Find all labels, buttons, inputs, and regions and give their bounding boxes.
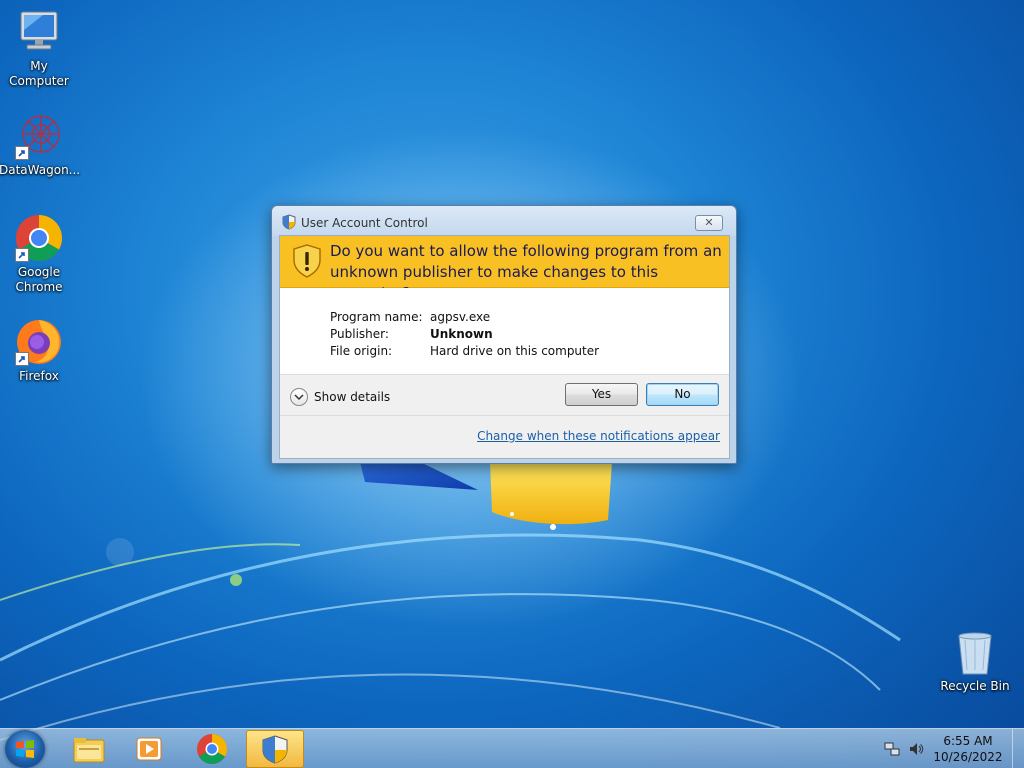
start-button[interactable] [5, 730, 45, 768]
dialog-titlebar[interactable]: User Account Control ✕ [272, 206, 736, 236]
desktop-icon-label: Recycle Bin [940, 679, 1010, 693]
uac-shield-icon [281, 214, 297, 230]
clock[interactable]: 6:55 AM 10/26/2022 [932, 733, 1004, 765]
chevron-down-icon [290, 388, 308, 406]
taskbar-uac[interactable] [246, 730, 304, 768]
uac-dialog: User Account Control ✕ Do you want to al… [271, 205, 737, 464]
folder-icon [73, 738, 105, 763]
taskbar: 6:55 AM 10/26/2022 [0, 728, 1024, 768]
clock-date: 10/26/2022 [933, 750, 1003, 764]
footer-divider [280, 415, 729, 416]
media-player-icon [136, 737, 162, 761]
desktop-icon-recycle-bin[interactable]: Recycle Bin [935, 628, 1015, 694]
volume-icon[interactable] [908, 741, 924, 757]
desktop-icon-label: DataWagon... [0, 163, 81, 177]
no-button[interactable]: No [646, 383, 719, 406]
uac-shield-icon [262, 735, 288, 764]
show-desktop-button[interactable] [1012, 729, 1024, 768]
chrome-icon [15, 214, 63, 262]
clock-time: 6:55 AM [943, 734, 993, 748]
taskbar-chrome[interactable] [183, 730, 241, 768]
dialog-footer: Show details Yes No Change when these no… [280, 374, 729, 458]
network-icon[interactable] [884, 741, 900, 757]
close-icon: ✕ [704, 216, 714, 229]
shortcut-arrow-icon [15, 248, 29, 262]
firefox-icon [15, 318, 63, 366]
system-tray: 6:55 AM 10/26/2022 [884, 729, 1024, 768]
taskbar-media-player[interactable] [120, 730, 178, 768]
desktop-icon-label: My Computer [9, 59, 69, 88]
program-name-value: agpsv.exe [430, 310, 491, 324]
chrome-icon [197, 734, 227, 765]
recycle-bin-icon [951, 628, 999, 676]
datawagon-icon [15, 112, 63, 160]
program-name-label: Program name: [330, 310, 423, 324]
show-details-label: Show details [314, 390, 391, 404]
yes-button[interactable]: Yes [565, 383, 638, 406]
file-origin-label: File origin: [330, 344, 393, 358]
program-details: Program name: agpsv.exe Publisher: Unkno… [280, 288, 729, 374]
dialog-content: Do you want to allow the following progr… [279, 235, 730, 459]
close-button[interactable]: ✕ [695, 215, 723, 231]
desktop-icon-google-chrome[interactable]: Google Chrome [0, 214, 79, 295]
publisher-label: Publisher: [330, 327, 389, 341]
shortcut-arrow-icon [15, 146, 29, 160]
desktop-icon-my-computer[interactable]: My Computer [0, 8, 79, 89]
desktop-icon-datawagon[interactable]: DataWagon... [0, 112, 81, 178]
shortcut-arrow-icon [15, 352, 29, 366]
desktop-icon-label: Google Chrome [15, 265, 63, 294]
my-computer-icon [15, 8, 63, 56]
file-origin-value: Hard drive on this computer [430, 344, 600, 358]
change-notifications-link[interactable]: Change when these notifications appear [477, 429, 720, 443]
desktop-icon-label: Firefox [19, 369, 59, 383]
warning-banner: Do you want to allow the following progr… [280, 236, 729, 302]
publisher-value: Unknown [430, 327, 493, 341]
dialog-title: User Account Control [301, 216, 428, 230]
windows-logo-icon [16, 740, 34, 758]
desktop-icon-firefox[interactable]: Firefox [0, 318, 79, 384]
taskbar-explorer[interactable] [60, 730, 118, 768]
warning-shield-icon [292, 244, 322, 278]
